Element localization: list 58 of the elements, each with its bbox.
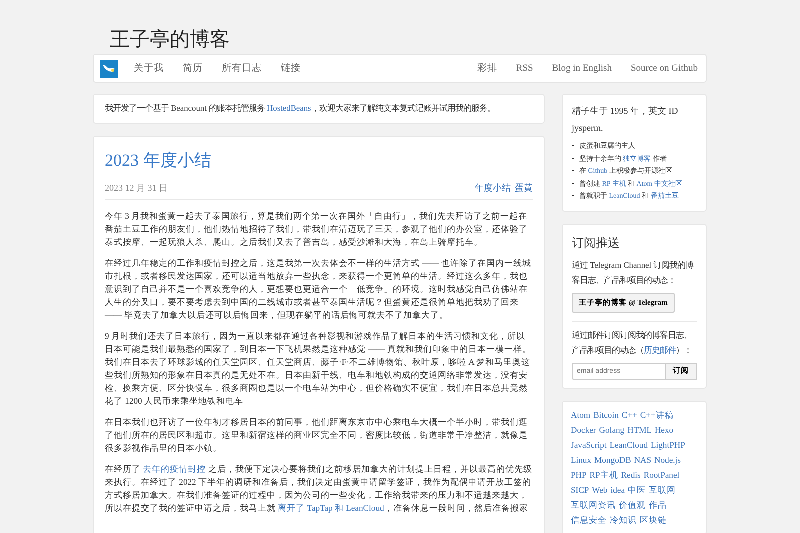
tag-link[interactable]: JavaScript	[571, 438, 607, 452]
tag-link[interactable]: 中医	[628, 482, 646, 498]
tag-link[interactable]: MongoDB	[594, 452, 632, 468]
nav-link[interactable]: 所有日志	[222, 62, 262, 75]
subscribe-title: 订阅推送	[572, 234, 621, 252]
email-text: 通过邮件订阅订阅我的博客日志、产品和项目的动态（历史邮件）：	[572, 330, 693, 356]
tag-link[interactable]: RootPanel	[644, 468, 680, 482]
tag-link[interactable]: RP主机	[590, 468, 618, 482]
tag-link[interactable]: Bitcoin	[594, 408, 619, 422]
tag-link[interactable]: 区块链	[640, 512, 667, 528]
tag-link[interactable]: NAS	[634, 452, 652, 468]
site-title: 王子亭的博客	[109, 28, 231, 53]
text-link[interactable]: HostedBeans	[267, 104, 312, 113]
nav-link[interactable]: 关于我	[134, 62, 164, 75]
nav-link[interactable]: 链接	[281, 62, 301, 75]
text-link[interactable]: 离开了 TapTap 和 LeanCloud	[278, 503, 384, 513]
nav-link[interactable]: Blog in English	[552, 64, 612, 74]
tag-link[interactable]: 蛋黄	[515, 182, 533, 195]
tag-link[interactable]: LeanCloud	[610, 438, 648, 452]
tag-link[interactable]: idea	[610, 482, 626, 498]
nav-link[interactable]: 彩排	[477, 62, 498, 75]
tag-link[interactable]: SICP	[571, 482, 590, 498]
tag-link[interactable]: 互联网资讯	[571, 498, 616, 512]
tag-link[interactable]: 互联网	[649, 482, 676, 498]
text-link[interactable]: 历史邮件	[644, 346, 676, 354]
paragraph: 今年 3 月我和蛋黄一起去了泰国旅行，算是我们两个第一次在国外「自由行」，我们先去拜访了之前一起在番茄土豆工作的朋友们，他们热情地招待了我们，带我们在清迈玩了三天，参观了他们的办公室，还体验了泰式按摩、一起玩狼人杀、爬山。之后我们又去了普吉岛，感受沙滩和大海，在岛上骑摩托车。	[105, 210, 529, 249]
tag-link[interactable]: C++讲稿	[640, 408, 674, 422]
paragraph: 在日本我们也拜访了一位年初才移居日本的前同事，他们距离东京市中心乘电车大概一个半小时，带我们逛了他们所在的居民区和超市。这里和新宿这样的商业区完全不同，密度比较低，街道非常干净整洁，就像是很多影视作品里的日本小镇。	[105, 416, 529, 455]
tag-link[interactable]: Atom	[571, 408, 591, 422]
tag-link[interactable]: 冷知识	[610, 512, 637, 528]
nav-link[interactable]: 简历	[183, 62, 203, 75]
tag-link[interactable]: Linux	[571, 452, 592, 468]
post-date: 2023 12 月 31 日	[105, 182, 168, 195]
nav-link[interactable]: RSS	[516, 64, 534, 74]
notice-text: 我开发了一个基于 Beancount 的账本托管服务 HostedBeans，欢迎大家来了解纯文本复式记账并试用我的服务。	[93, 94, 545, 124]
nav-link[interactable]: Source on Github	[630, 64, 698, 74]
paragraph: 9 月时我们还去了日本旅行，因为一直以来都在通过各种影视和游戏作品了解日本的生活习惯和文化，所以日本可能是我们最熟悉的国家了，到日本一下飞机果然是这种感觉 —— 真就和我们印象中的日本一模一样。我们在日本去了环球影城的任天堂园区、任天堂商店、藤子·F·不二雄博物馆、秋叶原，哆啦 A 梦和马里奥这些我们所熟知的形象在日本真的是无处不在。日本由新干线、电车和地铁构成的交通网络非常发达，没有安检、换乘方便、区分快慢车，很多商圈也是以一个电车站为中心，但价格确实不便宜，我们在日本总共竟然花了 1200 人民币来乘坐地铁和电车	[105, 330, 532, 408]
tag-link[interactable]: HTML	[628, 422, 652, 438]
paragraph: 在经历了 去年的疫情封控 之后，我便下定决心要将我们之前移居加拿大的计划提上日程，并以最高的优先级来执行。在经过了 2022 下半年的调研和准备后，我们决定由蛋黄申请留学签证，我作为配偶申请开放工签的方式移居加拿大。在我们准备签证的过程中，因为公司的一些变化，工作给我带来的压力和不适越来越大，所以在提交了我的签证申请之后，我马上就 离开了 TapTap 和 LeanCloud，准备休息一段时间，然后准备搬家	[105, 463, 533, 515]
tag-link[interactable]: 价值观	[619, 498, 646, 512]
text-link[interactable]: 去年的疫情封控	[143, 464, 206, 474]
tag-link[interactable]: Docker	[571, 422, 596, 438]
tag-link[interactable]: Golang	[599, 422, 625, 438]
tag-link[interactable]: C++	[622, 408, 638, 422]
tag-link[interactable]: Hexo	[654, 422, 674, 438]
logo-icon[interactable]	[100, 60, 118, 78]
tag-link[interactable]: 信息安全	[571, 512, 607, 528]
paragraph: 在经过几年稳定的工作和疫情封控之后，这是我第一次去体会不一样的生活方式 —— 也许除了在国内一线城市扎根，或者移民发达国家，还可以适当地放弃一些执念，来获得一个更简单的生活。经过这么多年，我也意识到了自己并不是一个喜欢竞争的人，更想要也更适合一个「低竞争」的环境。这时我感觉自己仿佛站在人生的分叉口，要不要考虑去到中国的二线城市或者甚至泰国生活呢？但蛋黄还是很简单地把我劝了回来 —— 毕竟去了加拿大以后还可以后悔回来，但现在躺平的话后悔可就去不了加拿大了。	[105, 257, 532, 322]
post-title[interactable]: 2023 年度小结	[105, 149, 533, 172]
tag-link[interactable]: 作品	[649, 498, 667, 512]
tag-link[interactable]: Redis	[621, 468, 641, 482]
tag-link[interactable]: LightPHP	[651, 438, 686, 452]
tag-link[interactable]: Node.js	[654, 452, 682, 468]
tag-link[interactable]: PHP	[571, 468, 587, 482]
telegram-text: 通过 Telegram Channel 订阅我的博客日志、产品和项目的动态：	[572, 260, 695, 286]
tag-link[interactable]: Web	[592, 482, 608, 498]
tag-link[interactable]: 年度小结	[475, 182, 511, 195]
bio-text: 精子生于 1995 年，英文 ID jysperm.	[572, 105, 680, 135]
